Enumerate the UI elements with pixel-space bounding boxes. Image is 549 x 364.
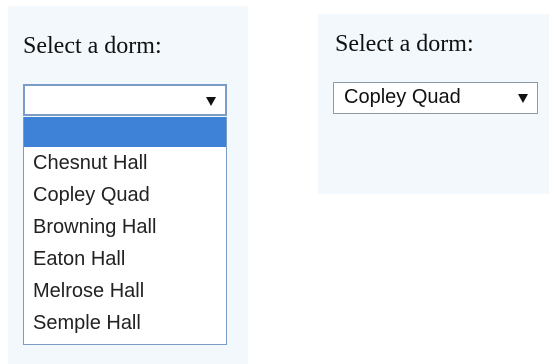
dropdown-arrow-icon[interactable] [206,97,216,106]
dropdown-arrow-icon[interactable] [518,94,528,103]
dorm-option-blank[interactable] [24,117,226,147]
left-dorm-panel: Select a dorm: Chesnut Hall Copley Quad … [8,6,248,364]
dorm-option-copley-quad[interactable]: Copley Quad [24,179,226,211]
dorm-option-chesnut-hall[interactable]: Chesnut Hall [24,147,226,179]
dorm-option-eaton-hall[interactable]: Eaton Hall [24,243,226,275]
dorm-option-melrose-hall[interactable]: Melrose Hall [24,275,226,307]
dorm-select-value: Copley Quad [344,86,461,108]
dorm-select-collapsed[interactable]: Copley Quad [333,82,538,114]
dorm-option-semple-hall[interactable]: Semple Hall [24,307,226,339]
dorm-select-expanded[interactable] [23,84,227,116]
right-dorm-panel: Select a dorm: Copley Quad [318,14,549,194]
dorm-prompt-label: Select a dorm: [23,33,162,59]
dorm-dropdown-list: Chesnut Hall Copley Quad Browning Hall E… [23,117,227,345]
dorm-option-browning-hall[interactable]: Browning Hall [24,211,226,243]
dorm-prompt-label: Select a dorm: [335,31,474,57]
